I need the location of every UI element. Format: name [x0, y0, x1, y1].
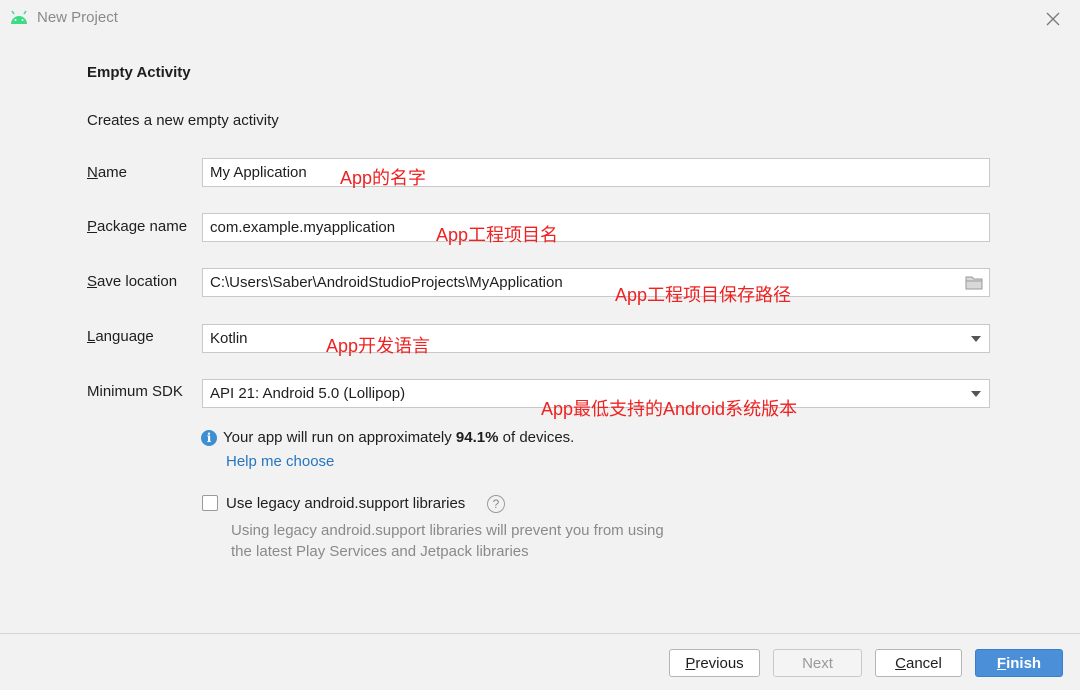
legacy-support-label[interactable]: Use legacy android.support libraries	[226, 495, 465, 512]
package-name-input[interactable]: com.example.myapplication	[202, 213, 990, 242]
language-annotation: App开发语言	[326, 336, 431, 356]
chevron-down-icon	[971, 336, 981, 342]
previous-button[interactable]: Previous	[669, 649, 760, 677]
template-description: Creates a new empty activity	[87, 112, 279, 129]
package-name-label: Package name	[87, 218, 188, 235]
language-label: Language	[87, 328, 154, 345]
name-annotation: App的名字	[340, 168, 427, 188]
info-icon: i	[201, 429, 217, 446]
folder-icon[interactable]	[965, 275, 983, 290]
package-annotation: App工程项目名	[436, 225, 559, 245]
name-input[interactable]: My Application	[202, 158, 990, 187]
legacy-support-checkbox[interactable]	[202, 495, 218, 511]
min-sdk-annotation: App最低支持的Android系统版本	[541, 399, 798, 419]
next-button[interactable]: Next	[773, 649, 862, 677]
footer-divider	[0, 633, 1080, 634]
title-bar: New Project	[0, 0, 1080, 38]
question-icon[interactable]: ?	[487, 495, 505, 513]
save-location-input[interactable]: C:\Users\Saber\AndroidStudioProjects\MyA…	[202, 268, 990, 297]
template-title: Empty Activity	[87, 64, 191, 81]
language-select[interactable]: Kotlin	[202, 324, 990, 353]
chevron-down-icon	[971, 391, 981, 397]
help-me-choose-link[interactable]: Help me choose	[226, 453, 334, 470]
save-location-label: Save location	[87, 273, 178, 290]
cancel-button[interactable]: Cancel	[875, 649, 962, 677]
close-icon	[1046, 12, 1060, 26]
minimum-sdk-label: Minimum SDK	[87, 383, 183, 400]
save-location-annotation: App工程项目保存路径	[615, 285, 792, 305]
name-label: Name	[87, 164, 128, 181]
close-button[interactable]	[1040, 6, 1066, 32]
device-coverage-info: i Your app will run on approximately 94.…	[201, 429, 574, 446]
finish-button[interactable]: Finish	[975, 649, 1063, 677]
window-title: New Project	[37, 9, 118, 26]
legacy-support-description: Using legacy android.support libraries w…	[231, 522, 664, 560]
android-icon	[11, 10, 27, 24]
